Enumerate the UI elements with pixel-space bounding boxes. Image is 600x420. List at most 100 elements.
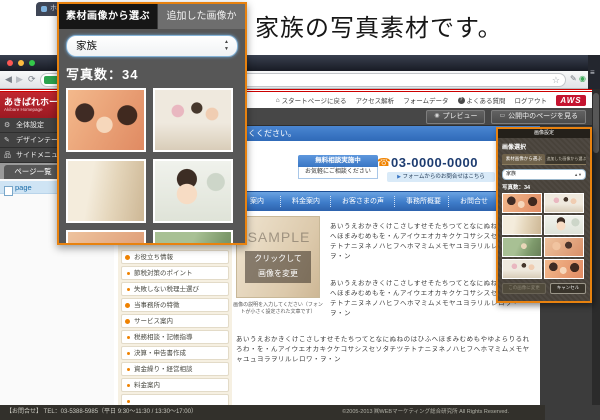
photo-thumb[interactable] (153, 159, 233, 223)
menu-label: 税務相談・記帳指導 (134, 334, 193, 341)
bullet-icon (125, 303, 130, 308)
view-live-page-button[interactable]: ▭公開中のページを見る (491, 110, 586, 124)
photo-thumb[interactable] (502, 193, 542, 213)
photo-thumb[interactable] (544, 215, 584, 235)
nav-label: ログアウト (515, 95, 548, 105)
stepper-icon: ▲▼ (574, 170, 582, 179)
photo-thumb[interactable] (502, 237, 542, 257)
bullet-icon (125, 255, 130, 260)
menu-label: 節税対策のポイント (134, 270, 193, 277)
cms-brand-logo: AWS (556, 95, 586, 106)
browser-menu-icon[interactable]: ≡ (590, 68, 595, 77)
side-menu-header[interactable]: サービス案内 (121, 314, 229, 328)
bookmark-star-icon[interactable]: ☆ (552, 75, 560, 86)
site-nav-item[interactable]: 事務所概要 (406, 192, 441, 211)
stepper-icon: ▲▼ (224, 39, 229, 53)
bullet-icon (127, 384, 130, 387)
tab-added-images[interactable]: 追加した画像から選ぶ (546, 154, 586, 164)
menu-label: サービス案内 (134, 318, 173, 325)
preview-button[interactable]: ◉プレビュー (426, 110, 485, 124)
photo-thumb[interactable] (153, 88, 233, 152)
side-menu-item[interactable]: 決算・申告書作成 (121, 346, 229, 360)
tab-added-images[interactable]: 追加した画像か (157, 4, 245, 29)
tab-material-images[interactable]: 素材画像から選ぶ (502, 154, 545, 164)
apply-image-button[interactable]: この画像に変更 (502, 283, 546, 294)
side-menu-item[interactable]: 税務相談・記帳指導 (121, 330, 229, 344)
gear-icon: ⚙ (4, 118, 10, 133)
side-menu-header[interactable]: お役立ち情報 (121, 250, 229, 264)
photo-thumb[interactable] (544, 237, 584, 257)
monitor-icon: ▭ (499, 111, 505, 122)
category-select[interactable]: 家族 ▲▼ (66, 35, 238, 57)
site-nav-item[interactable]: 料金案内 (292, 192, 320, 211)
consultation-badge-bottom: お気軽にご相談ください (298, 167, 378, 179)
minimize-window-icon[interactable] (18, 60, 24, 66)
footer-contact: 【お問合せ】 TEL：03-5388-5985（平日 9:30～11:30 / … (6, 405, 197, 420)
phone-number: 03-0000-0000 (391, 155, 478, 170)
photo-thumb[interactable] (66, 159, 146, 223)
image-caption: 画像の説明を入力してください（フォントが小さく設定された文章です） (232, 302, 324, 316)
edit-extension-icon[interactable]: ✎ (570, 74, 577, 83)
tab-page-list[interactable]: ページ一覧 (4, 165, 62, 179)
site-nav-item[interactable]: お客さまの声 (342, 192, 384, 211)
menu-label: 失敗しない税理士選び (134, 286, 199, 293)
side-menu-item-clipped[interactable] (121, 394, 229, 405)
zoom-window-icon[interactable] (29, 60, 35, 66)
screenshot-root: 家族の写真素材です。 ホーム ◀ ▶ ⟳ ☆ ✎ ◉ ≡ ⌂スタートページに戻る… (0, 0, 600, 420)
nav-faq-link[interactable]: ?よくある質問 (458, 95, 506, 105)
photo-thumb[interactable] (153, 230, 233, 245)
nav-start-page-link[interactable]: ⌂スタートページに戻る (276, 95, 347, 105)
site-nav-item[interactable]: 案内 (250, 192, 264, 211)
home-icon: ⌂ (276, 97, 280, 104)
back-icon[interactable]: ◀ (5, 74, 12, 85)
workspace-corner (545, 405, 600, 420)
nav-access-analytics-link[interactable]: アクセス解析 (356, 95, 395, 105)
photo-count: 写真数：34 (502, 183, 586, 191)
contact-form-link[interactable]: ▶ フォームからのお問合せはこちら (387, 172, 495, 182)
nav-label: よくある質問 (467, 95, 506, 105)
change-image-overlay: クリックして 画像を変更 (245, 251, 311, 283)
reload-icon[interactable]: ⟳ (28, 74, 36, 85)
stepper-down-icon: ▼ (224, 46, 229, 52)
dialog-tabs: 素材画像から選ぶ 追加した画像から選ぶ (502, 154, 586, 165)
photo-thumb[interactable] (502, 215, 542, 235)
forward-icon[interactable]: ▶ (16, 74, 23, 85)
nav-form-data-link[interactable]: フォームデータ (403, 95, 448, 105)
photo-thumb[interactable] (66, 230, 146, 245)
overlay-line: クリックして (245, 251, 311, 266)
sample-image[interactable]: SAMPLE クリックして 画像を変更 (236, 216, 320, 298)
photo-thumb[interactable] (66, 88, 146, 152)
side-menu-header[interactable]: 当事務所の特徴 (121, 298, 229, 312)
pencil-icon: ✎ (4, 133, 10, 148)
cancel-button[interactable]: キャンセル (550, 283, 586, 294)
play-icon: ▶ (397, 174, 401, 180)
photo-thumb[interactable] (544, 259, 584, 279)
close-window-icon[interactable] (7, 60, 13, 66)
consultation-badge-top: 無料相談実施中 (298, 155, 378, 167)
site-nav-item[interactable]: お問合せ (460, 192, 488, 211)
side-menu-item[interactable]: 節税対策のポイント (121, 266, 229, 280)
side-menu-item[interactable]: 料金案内 (121, 378, 229, 392)
photo-grid (502, 193, 586, 279)
side-menu-item[interactable]: 失敗しない税理士選び (121, 282, 229, 296)
sidebar-item-label: 全体設定 (16, 122, 44, 129)
photo-thumb[interactable] (544, 193, 584, 213)
page-item-label: page (15, 183, 32, 192)
bullet-icon (127, 336, 130, 339)
question-icon: ? (458, 97, 465, 104)
consultation-badge: 無料相談実施中 お気軽にご相談ください (298, 155, 378, 179)
button-label: プレビュー (442, 111, 477, 122)
tab-material-images[interactable]: 素材画像から選ぶ (59, 4, 157, 29)
category-value: 家族 (506, 171, 516, 177)
nav-separator (394, 196, 395, 207)
nav-logout-link[interactable]: ログアウト (515, 95, 548, 105)
sitemap-icon: 品 (4, 148, 11, 163)
photo-thumb[interactable] (502, 259, 542, 279)
bullet-icon (127, 368, 130, 371)
extension-icon[interactable]: ◉ (579, 74, 586, 83)
category-select[interactable]: 家族 ▲▼ (502, 169, 586, 180)
nav-separator (448, 196, 449, 207)
dialog-title: 画像設定 (498, 129, 590, 138)
scrollbar-thumb[interactable] (593, 93, 599, 153)
side-menu-item[interactable]: 資金繰り・経営相談 (121, 362, 229, 376)
